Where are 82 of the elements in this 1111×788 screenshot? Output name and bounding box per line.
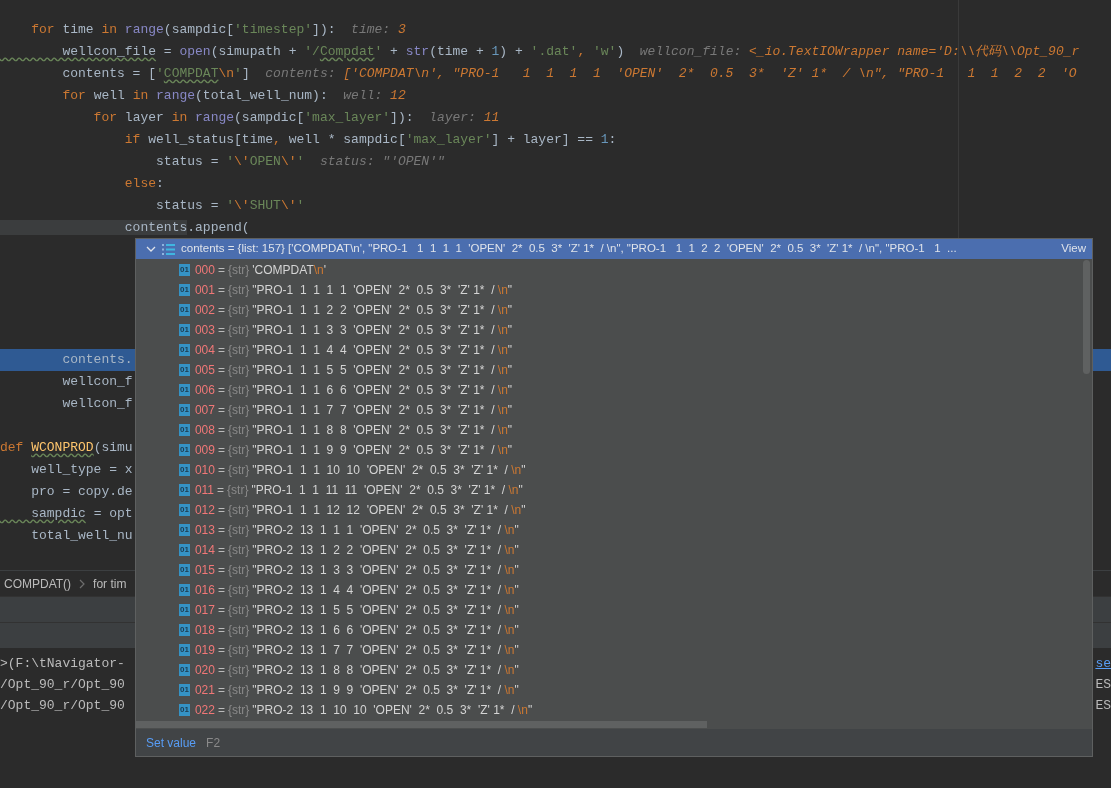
- list-item[interactable]: 01 021 = {str} "PRO-2 13 1 9 9 'OPEN' 2* 0.5 3* 'Z' 1* / \n": [136, 680, 1092, 700]
- string-type-badge: 01: [179, 564, 190, 576]
- code-line: if well_status[time, well * sampdic['max_layer'] + layer] == 1:: [123, 131, 617, 150]
- popup-header[interactable]: contents = {list: 157} ['COMPDAT\n', "PRO-1 1 1 1 1 'OPEN' 2* 0.5 3* 'Z' 1* / \n", "PRO-1 1 1 2 2 'OPEN' 2* 0.5 3* 'Z' 1* / \n", "PRO-1 1 ... View: [136, 239, 1092, 259]
- variable-summary: contents = {list: 157} ['COMPDAT\n', "PRO-1 1 1 1 1 'OPEN' 2* 0.5 3* 'Z' 1* / \n", "PRO-1 1 1 2 2 'OPEN' 2* 0.5 3* 'Z' 1* / \n", "PRO-1 1 ...: [181, 241, 958, 257]
- list-item[interactable]: 01 003 = {str} "PRO-1 1 1 3 3 'OPEN' 2* 0.5 3* 'Z' 1* / \n": [136, 320, 1092, 340]
- string-type-badge: 01: [179, 324, 190, 336]
- string-type-badge: 01: [179, 664, 190, 676]
- list-item[interactable]: 01 010 = {str} "PRO-1 1 1 10 10 'OPEN' 2* 0.5 3* 'Z' 1* / \n": [136, 460, 1092, 480]
- list-item[interactable]: 01 009 = {str} "PRO-1 1 1 9 9 'OPEN' 2* 0.5 3* 'Z' 1* / \n": [136, 440, 1092, 460]
- list-item[interactable]: 01 007 = {str} "PRO-1 1 1 7 7 'OPEN' 2* 0.5 3* 'Z' 1* / \n": [136, 400, 1092, 420]
- code-line: def WCONPROD(simu: [0, 439, 133, 458]
- scrollbar-thumb[interactable]: [1083, 260, 1090, 374]
- code-line: else:: [123, 175, 164, 194]
- console-line: /Opt_90_r/Opt_90: [0, 696, 125, 715]
- code-line: for time in range(sampdic['timestep']): time: 3: [30, 21, 406, 40]
- list-item[interactable]: 01 014 = {str} "PRO-2 13 1 2 2 'OPEN' 2* 0.5 3* 'Z' 1* / \n": [136, 540, 1092, 560]
- string-type-badge: 01: [179, 544, 190, 556]
- list-item[interactable]: 01 002 = {str} "PRO-1 1 1 2 2 'OPEN' 2* 0.5 3* 'Z' 1* / \n": [136, 300, 1092, 320]
- chevron-icon: [79, 578, 86, 589]
- string-type-badge: 01: [179, 584, 190, 596]
- string-type-badge: 01: [179, 444, 190, 456]
- string-type-badge: 01: [179, 484, 190, 496]
- list-item[interactable]: 01 022 = {str} "PRO-2 13 1 10 10 'OPEN' 2* 0.5 3* 'Z' 1* / \n": [136, 700, 1092, 720]
- list-item[interactable]: 01 006 = {str} "PRO-1 1 1 6 6 'OPEN' 2* 0.5 3* 'Z' 1* / \n": [136, 380, 1092, 400]
- string-type-badge: 01: [179, 644, 190, 656]
- string-type-badge: 01: [179, 404, 190, 416]
- console-line: >(F:\tNavigator-: [0, 654, 125, 673]
- console-line: /Opt_90_r/Opt_90: [0, 675, 125, 694]
- set-value-link[interactable]: Set value: [146, 733, 197, 752]
- string-type-badge: 01: [179, 684, 190, 696]
- breadcrumb-item[interactable]: COMPDAT(): [4, 574, 72, 593]
- string-type-badge: 01: [179, 364, 190, 376]
- console-link[interactable]: se: [1095, 653, 1111, 674]
- code-line: sampdic = opt: [30, 505, 133, 524]
- console-text: ES: [1095, 675, 1111, 694]
- list-icon: [162, 242, 175, 256]
- list-item[interactable]: 01 020 = {str} "PRO-2 13 1 8 8 'OPEN' 2* 0.5 3* 'Z' 1* / \n": [136, 660, 1092, 680]
- list-item[interactable]: 01 004 = {str} "PRO-1 1 1 4 4 'OPEN' 2* 0.5 3* 'Z' 1* / \n": [136, 340, 1092, 360]
- shortcut-hint: F2: [206, 734, 221, 752]
- list-item[interactable]: 01 008 = {str} "PRO-1 1 1 8 8 'OPEN' 2* 0.5 3* 'Z' 1* / \n": [136, 420, 1092, 440]
- code-line: well_type = x: [30, 461, 133, 480]
- scrollbar-thumb[interactable]: [136, 721, 707, 728]
- list-item[interactable]: 01 016 = {str} "PRO-2 13 1 4 4 'OPEN' 2* 0.5 3* 'Z' 1* / \n": [136, 580, 1092, 600]
- code-line: for well in range(total_well_num): well: 12: [61, 87, 406, 106]
- code-line: wellcon_f: [61, 373, 133, 392]
- string-type-badge: 01: [179, 424, 190, 436]
- string-type-badge: 01: [179, 524, 190, 536]
- code-line: wellcon_f: [61, 395, 133, 414]
- list-item[interactable]: 01 000 = {str} 'COMPDAT\n': [136, 260, 1092, 280]
- code-line: pro = copy.de: [30, 483, 133, 502]
- string-type-badge: 01: [179, 464, 190, 476]
- console-text: ES: [1095, 696, 1111, 715]
- string-type-badge: 01: [179, 704, 190, 716]
- string-type-badge: 01: [179, 264, 190, 276]
- chevron-down-icon[interactable]: [146, 246, 156, 252]
- code-line: contents.: [61, 351, 133, 370]
- list-item[interactable]: 01 012 = {str} "PRO-1 1 1 12 12 'OPEN' 2* 0.5 3* 'Z' 1* / \n": [136, 500, 1092, 520]
- list-item[interactable]: 01 001 = {str} "PRO-1 1 1 1 1 'OPEN' 2* 0.5 3* 'Z' 1* / \n": [136, 280, 1092, 300]
- string-type-badge: 01: [179, 344, 190, 356]
- code-line: contents = ['COMPDAT\n'] contents: ['COMPDAT\n', "PRO-1 1 1 1 1 'OPEN' 2* 0.5 3* 'Z' 1* / \n", "PRO-1 1 1 2 2 'O: [61, 65, 1077, 84]
- list-item[interactable]: 01 019 = {str} "PRO-2 13 1 7 7 'OPEN' 2* 0.5 3* 'Z' 1* / \n": [136, 640, 1092, 660]
- code-line: wellcon_file = open(simupath + '/Compdat' + str(time + 1) + '.dat', 'w') wellcon_file: <_io.TextIOWrapper name='D:\\代码\\Opt_90_r: [61, 43, 1080, 62]
- view-link[interactable]: View: [1061, 240, 1086, 258]
- breadcrumb-item[interactable]: for tim: [93, 574, 127, 593]
- string-type-badge: 01: [179, 624, 190, 636]
- code-line: for layer in range(sampdic['max_layer']): layer: 11: [92, 109, 500, 128]
- code-line: total_well_nu: [30, 527, 133, 546]
- code-line: status = '\'OPEN\'' status: "'OPEN'": [155, 153, 445, 172]
- list-item[interactable]: 01 005 = {str} "PRO-1 1 1 5 5 'OPEN' 2* 0.5 3* 'Z' 1* / \n": [136, 360, 1092, 380]
- code-line: status = '\'SHUT\'': [155, 197, 305, 216]
- list-item[interactable]: 01 017 = {str} "PRO-2 13 1 5 5 'OPEN' 2* 0.5 3* 'Z' 1* / \n": [136, 600, 1092, 620]
- list-item[interactable]: 01 015 = {str} "PRO-2 13 1 3 3 'OPEN' 2* 0.5 3* 'Z' 1* / \n": [136, 560, 1092, 580]
- list-item[interactable]: 01 018 = {str} "PRO-2 13 1 6 6 'OPEN' 2* 0.5 3* 'Z' 1* / \n": [136, 620, 1092, 640]
- list-item[interactable]: 01 011 = {str} "PRO-1 1 1 11 11 'OPEN' 2* 0.5 3* 'Z' 1* / \n": [136, 480, 1092, 500]
- string-type-badge: 01: [179, 284, 190, 296]
- string-type-badge: 01: [179, 384, 190, 396]
- string-type-badge: 01: [179, 304, 190, 316]
- string-type-badge: 01: [179, 504, 190, 516]
- code-line: contents.append(: [0, 218, 250, 238]
- string-type-badge: 01: [179, 604, 190, 616]
- list-item[interactable]: 01 013 = {str} "PRO-2 13 1 1 1 'OPEN' 2* 0.5 3* 'Z' 1* / \n": [136, 520, 1092, 540]
